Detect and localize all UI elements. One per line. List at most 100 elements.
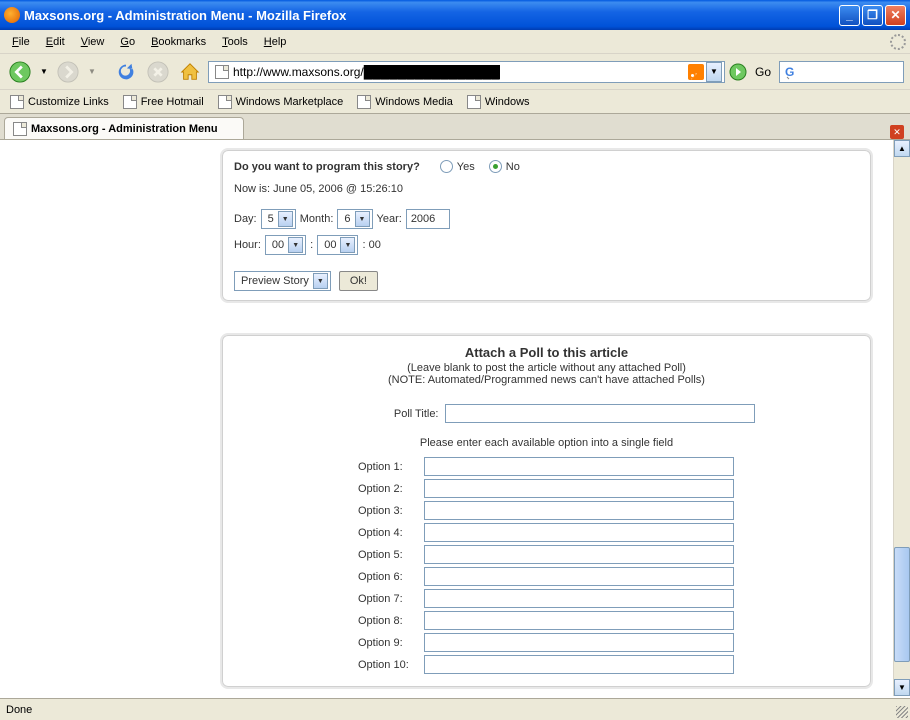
poll-heading: Attach a Poll to this article bbox=[234, 345, 859, 360]
url-dropdown[interactable]: ▼ bbox=[706, 62, 722, 82]
hour-label: Hour: bbox=[234, 239, 261, 251]
scroll-down-button[interactable]: ▼ bbox=[894, 679, 910, 696]
window-titlebar: Maxsons.org - Administration Menu - Mozi… bbox=[0, 0, 910, 30]
poll-option-label: Option 1: bbox=[358, 461, 424, 473]
forward-dropdown[interactable]: ▼ bbox=[86, 58, 98, 86]
poll-option-row: Option 5: bbox=[234, 545, 859, 564]
menu-file[interactable]: File bbox=[4, 34, 38, 50]
nav-toolbar: ▼ ▼ http://www.maxsons.org/█████████████… bbox=[0, 54, 910, 90]
page-content: Do you want to program this story? Yes N… bbox=[0, 140, 893, 696]
attach-poll-panel: Attach a Poll to this article (Leave bla… bbox=[220, 333, 873, 689]
url-bar[interactable]: http://www.maxsons.org/████████████████ … bbox=[208, 61, 725, 83]
poll-option-label: Option 2: bbox=[358, 483, 424, 495]
poll-option-label: Option 3: bbox=[358, 505, 424, 517]
year-input[interactable]: 2006 bbox=[406, 209, 450, 229]
page-icon bbox=[123, 95, 137, 109]
poll-option-input[interactable] bbox=[424, 611, 734, 630]
poll-option-input[interactable] bbox=[424, 633, 734, 652]
poll-subtext-1: (Leave blank to post the article without… bbox=[234, 362, 859, 374]
poll-option-input[interactable] bbox=[424, 523, 734, 542]
page-icon bbox=[215, 65, 229, 79]
back-button[interactable] bbox=[6, 58, 34, 86]
chevron-down-icon: ▼ bbox=[340, 237, 355, 253]
forward-button[interactable] bbox=[54, 58, 82, 86]
poll-option-label: Option 6: bbox=[358, 571, 424, 583]
menu-bookmarks[interactable]: Bookmarks bbox=[143, 34, 214, 50]
poll-option-input[interactable] bbox=[424, 457, 734, 476]
day-select[interactable]: 5▼ bbox=[261, 209, 296, 229]
rss-icon[interactable] bbox=[688, 64, 704, 80]
poll-option-label: Option 5: bbox=[358, 549, 424, 561]
page-icon bbox=[467, 95, 481, 109]
chevron-down-icon: ▼ bbox=[278, 211, 293, 227]
radio-icon bbox=[440, 160, 453, 173]
poll-option-input[interactable] bbox=[424, 479, 734, 498]
poll-option-row: Option 2: bbox=[234, 479, 859, 498]
poll-option-input[interactable] bbox=[424, 655, 734, 674]
close-button[interactable]: ✕ bbox=[885, 5, 906, 26]
poll-option-row: Option 10: bbox=[234, 655, 859, 674]
hour-select[interactable]: 00▼ bbox=[265, 235, 306, 255]
chevron-down-icon: ▼ bbox=[355, 211, 370, 227]
scroll-up-button[interactable]: ▲ bbox=[894, 140, 910, 157]
radio-no[interactable]: No bbox=[489, 160, 520, 173]
bookmark-free-hotmail[interactable]: Free Hotmail bbox=[117, 93, 210, 111]
poll-option-input[interactable] bbox=[424, 589, 734, 608]
menu-view[interactable]: View bbox=[73, 34, 113, 50]
throbber-icon bbox=[890, 34, 906, 50]
chevron-down-icon: ▼ bbox=[313, 273, 328, 289]
google-icon: G bbox=[784, 64, 800, 80]
bookmark-customize-links[interactable]: Customize Links bbox=[4, 93, 115, 111]
poll-option-row: Option 4: bbox=[234, 523, 859, 542]
vertical-scrollbar[interactable]: ▲ ▼ bbox=[893, 140, 910, 696]
radio-icon bbox=[489, 160, 502, 173]
poll-option-row: Option 9: bbox=[234, 633, 859, 652]
poll-title-input[interactable] bbox=[445, 404, 755, 423]
scroll-track[interactable] bbox=[894, 157, 910, 679]
poll-option-input[interactable] bbox=[424, 545, 734, 564]
maximize-button[interactable]: ❐ bbox=[862, 5, 883, 26]
menu-help[interactable]: Help bbox=[256, 34, 295, 50]
go-button[interactable] bbox=[729, 63, 747, 81]
home-button[interactable] bbox=[176, 58, 204, 86]
firefox-icon bbox=[4, 7, 20, 23]
menu-tools[interactable]: Tools bbox=[214, 34, 256, 50]
resize-grip[interactable] bbox=[896, 706, 908, 718]
menu-go[interactable]: Go bbox=[112, 34, 143, 50]
tab-active[interactable]: Maxsons.org - Administration Menu bbox=[4, 117, 244, 139]
page-icon bbox=[218, 95, 232, 109]
poll-option-input[interactable] bbox=[424, 567, 734, 586]
minimize-button[interactable]: _ bbox=[839, 5, 860, 26]
tab-close-button[interactable]: ✕ bbox=[890, 125, 904, 139]
url-text[interactable]: http://www.maxsons.org/████████████████ bbox=[233, 65, 688, 79]
ok-button[interactable]: Ok! bbox=[339, 271, 378, 291]
reload-button[interactable] bbox=[112, 58, 140, 86]
preview-select[interactable]: Preview Story▼ bbox=[234, 271, 331, 291]
month-select[interactable]: 6▼ bbox=[337, 209, 372, 229]
scroll-thumb[interactable] bbox=[894, 547, 910, 662]
back-dropdown[interactable]: ▼ bbox=[38, 58, 50, 86]
menu-edit[interactable]: Edit bbox=[38, 34, 73, 50]
bookmark-windows[interactable]: Windows bbox=[461, 93, 536, 111]
bookmark-windows-media[interactable]: Windows Media bbox=[351, 93, 459, 111]
window-title: Maxsons.org - Administration Menu - Mozi… bbox=[24, 8, 839, 23]
poll-option-row: Option 1: bbox=[234, 457, 859, 476]
tab-title: Maxsons.org - Administration Menu bbox=[31, 123, 218, 135]
poll-option-label: Option 7: bbox=[358, 593, 424, 605]
bookmark-windows-marketplace[interactable]: Windows Marketplace bbox=[212, 93, 350, 111]
minute-select[interactable]: 00▼ bbox=[317, 235, 358, 255]
now-timestamp: Now is: June 05, 2006 @ 15:26:10 bbox=[234, 183, 859, 195]
chevron-down-icon: ▼ bbox=[288, 237, 303, 253]
search-box[interactable]: G bbox=[779, 61, 904, 83]
poll-option-row: Option 3: bbox=[234, 501, 859, 520]
poll-title-label: Poll Title: bbox=[339, 408, 439, 420]
poll-option-input[interactable] bbox=[424, 501, 734, 520]
radio-yes[interactable]: Yes bbox=[440, 160, 475, 173]
stop-button[interactable] bbox=[144, 58, 172, 86]
year-label: Year: bbox=[377, 213, 402, 225]
poll-option-label: Option 8: bbox=[358, 615, 424, 627]
poll-option-row: Option 7: bbox=[234, 589, 859, 608]
poll-option-label: Option 9: bbox=[358, 637, 424, 649]
program-story-panel: Do you want to program this story? Yes N… bbox=[220, 148, 873, 303]
poll-option-label: Option 10: bbox=[358, 659, 424, 671]
